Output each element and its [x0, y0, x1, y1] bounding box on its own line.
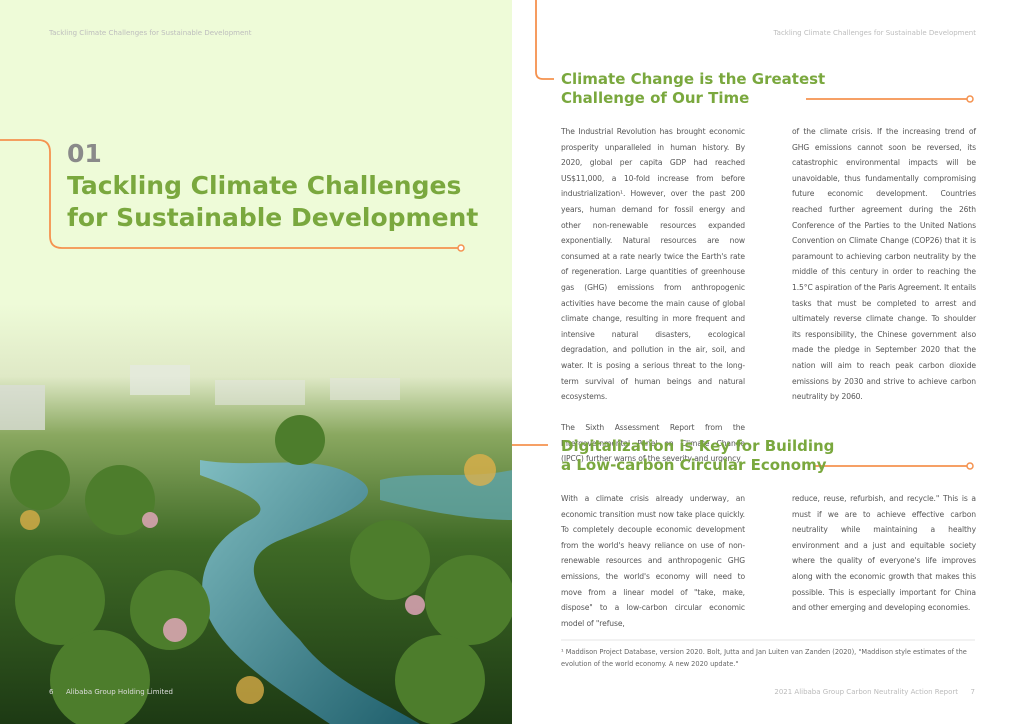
paragraph: The Industrial Revolution has brought ec…	[561, 127, 745, 402]
running-head: Tackling Climate Challenges for Sustaina…	[49, 29, 252, 37]
heading-line: Digitalization is Key for Building	[561, 437, 835, 455]
paragraph: With a climate crisis already underway, …	[561, 494, 745, 628]
page-number-left: 6	[49, 688, 54, 696]
paragraph: reduce, reuse, refurbish, and recycle." …	[792, 494, 976, 613]
paragraph: of the climate crisis. If the increasing…	[792, 127, 976, 402]
section-heading: Digitalization is Key for Building a Low…	[561, 437, 834, 475]
left-page: Tackling Climate Challenges for Sustaina…	[0, 0, 512, 724]
running-head: Tackling Climate Challenges for Sustaina…	[773, 29, 976, 37]
landscape-illustration	[0, 0, 512, 724]
chapter-title-line1: Tackling Climate Challenges	[67, 171, 462, 200]
page-number-right: 7	[970, 688, 975, 696]
right-page: Tackling Climate Challenges for Sustaina…	[512, 0, 1024, 724]
heading-line: Climate Change is the Greatest	[561, 70, 826, 88]
report-title: 2021 Alibaba Group Carbon Neutrality Act…	[774, 688, 958, 696]
body-column: of the climate crisis. If the increasing…	[792, 124, 976, 405]
company-name: Alibaba Group Holding Limited	[66, 688, 173, 696]
section-heading: Climate Change is the Greatest Challenge…	[561, 70, 825, 108]
body-column: reduce, reuse, refurbish, and recycle." …	[792, 491, 976, 616]
chapter-title-line2: for Sustainable Development	[67, 203, 479, 232]
chapter-number: 01	[67, 139, 102, 168]
heading-line: Challenge of Our Time	[561, 89, 750, 107]
body-column: The Industrial Revolution has brought ec…	[561, 124, 745, 467]
footnote: ¹ Maddison Project Database, version 202…	[561, 648, 967, 668]
heading-line: a Low-carbon Circular Economy	[561, 456, 827, 474]
chapter-title: Tackling Climate Challenges for Sustaina…	[67, 170, 478, 234]
body-column: With a climate crisis already underway, …	[561, 491, 745, 631]
